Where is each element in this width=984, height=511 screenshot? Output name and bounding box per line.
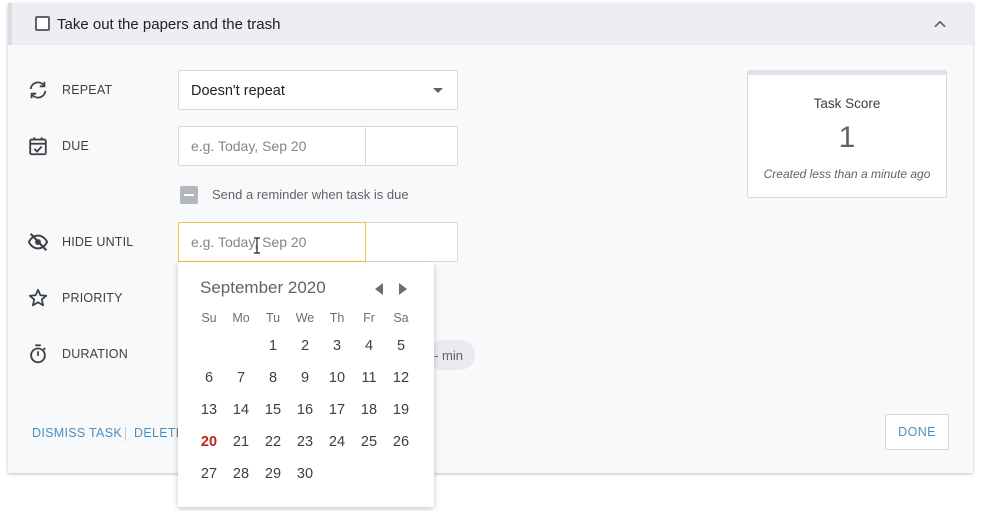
- calendar-week: 6 7 8 9 10 11 12: [193, 362, 417, 394]
- calendar-day[interactable]: 5: [385, 330, 417, 362]
- text-cursor-icon: [254, 237, 260, 254]
- calendar-day[interactable]: 27: [193, 458, 225, 490]
- task-score-title: Task Score: [813, 96, 881, 111]
- task-title: Take out the papers and the trash: [57, 16, 281, 33]
- reminder-label: Send a reminder when task is due: [212, 187, 409, 202]
- calendar-month-label: September 2020: [200, 278, 326, 297]
- calendar-day[interactable]: 9: [289, 362, 321, 394]
- calendar-week: 1 2 3 4 5: [193, 330, 417, 362]
- weekday-fri: Fr: [363, 311, 375, 325]
- calendar-week: 20 21 22 23 24 25 26: [193, 426, 417, 458]
- reminder-checkbox[interactable]: [180, 186, 198, 204]
- calendar-day: [385, 458, 417, 490]
- calendar-weekday-header: Su Mo Tu We Th Fr Sa: [193, 306, 417, 330]
- calendar-check-icon: [29, 137, 47, 156]
- calendar-day[interactable]: 8: [257, 362, 289, 394]
- dropdown-caret-icon: [433, 88, 443, 93]
- done-button[interactable]: DONE: [885, 414, 949, 450]
- delete-task-button[interactable]: DELETE: [134, 426, 184, 440]
- hide-until-time-input[interactable]: [366, 222, 458, 262]
- calendar-day[interactable]: 23: [289, 426, 321, 458]
- calendar-day[interactable]: 12: [385, 362, 417, 394]
- weekday-thu: Th: [329, 311, 345, 325]
- calendar-day[interactable]: 29: [257, 458, 289, 490]
- hide-until-date-input[interactable]: [178, 222, 366, 262]
- calendar-day[interactable]: 25: [353, 426, 385, 458]
- calendar-day[interactable]: 11: [353, 362, 385, 394]
- task-card: Take out the papers and the trash REPEAT…: [8, 3, 973, 473]
- stopwatch-icon: [30, 344, 46, 364]
- task-complete-checkbox[interactable]: [35, 16, 50, 31]
- calendar-day[interactable]: 22: [257, 426, 289, 458]
- calendar-next-icon[interactable]: [395, 281, 409, 295]
- calendar-day[interactable]: 1: [257, 330, 289, 362]
- duration-label: DURATION: [62, 347, 128, 361]
- hide-until-label: HIDE UNTIL: [62, 235, 134, 249]
- weekday-sat: Sa: [393, 311, 409, 325]
- eye-off-icon: [27, 233, 49, 251]
- calendar-day[interactable]: 3: [321, 330, 353, 362]
- weekday-mon: Mo: [232, 311, 250, 325]
- calendar-day[interactable]: 17: [321, 394, 353, 426]
- task-created-note: Created less than a minute ago: [763, 167, 931, 181]
- task-score-value: 1: [838, 121, 856, 154]
- calendar-week: 13 14 15 16 17 18 19: [193, 394, 417, 426]
- duration-chip[interactable]: - min: [428, 340, 475, 370]
- calendar-day: [321, 458, 353, 490]
- task-score-card: Task Score 1 Created less than a minute …: [747, 70, 947, 198]
- calendar-day[interactable]: 21: [225, 426, 257, 458]
- weekday-wed: We: [295, 311, 315, 325]
- calendar-grid: Su Mo Tu We Th Fr Sa 1 2 3 4 5 6 7 8 9 1…: [193, 306, 417, 490]
- star-outline-icon: [28, 288, 48, 307]
- repeat-select[interactable]: Doesn't repeat: [178, 70, 458, 110]
- due-label: DUE: [62, 139, 89, 153]
- calendar-day[interactable]: 16: [289, 394, 321, 426]
- calendar-day[interactable]: 4: [353, 330, 385, 362]
- repeat-label: REPEAT: [62, 83, 113, 97]
- chevron-up-icon[interactable]: [931, 15, 949, 33]
- due-time-input[interactable]: [366, 126, 458, 166]
- calendar-day[interactable]: 6: [193, 362, 225, 394]
- calendar-day[interactable]: 14: [225, 394, 257, 426]
- calendar-week: 27 28 29 30: [193, 458, 417, 490]
- due-date-input[interactable]: [178, 126, 366, 166]
- calendar-day: [225, 330, 257, 362]
- calendar-day[interactable]: 2: [289, 330, 321, 362]
- weekday-tue: Tu: [265, 311, 281, 325]
- calendar-day: [193, 330, 225, 362]
- date-picker-popup: September 2020 Su Mo Tu We Th Fr Sa 1 2 …: [178, 262, 434, 507]
- repeat-select-value: Doesn't repeat: [191, 83, 285, 99]
- calendar-day[interactable]: 7: [225, 362, 257, 394]
- dismiss-task-button[interactable]: DISMISS TASK: [32, 426, 122, 440]
- calendar-day[interactable]: 19: [385, 394, 417, 426]
- calendar-day: [353, 458, 385, 490]
- task-header[interactable]: Take out the papers and the trash: [8, 3, 973, 45]
- footer-separator: [125, 427, 126, 441]
- calendar-day[interactable]: 15: [257, 394, 289, 426]
- calendar-day[interactable]: 26: [385, 426, 417, 458]
- calendar-day[interactable]: 10: [321, 362, 353, 394]
- calendar-day[interactable]: 28: [225, 458, 257, 490]
- duration-chip-text: - min: [434, 348, 463, 363]
- calendar-day[interactable]: 13: [193, 394, 225, 426]
- header-accent-bar: [8, 3, 12, 45]
- repeat-icon: [29, 81, 47, 99]
- priority-label: PRIORITY: [62, 291, 123, 305]
- calendar-day[interactable]: 24: [321, 426, 353, 458]
- weekday-sun: Su: [201, 311, 217, 325]
- calendar-day-today[interactable]: 20: [193, 426, 225, 458]
- calendar-prev-icon[interactable]: [373, 281, 387, 295]
- calendar-day[interactable]: 30: [289, 458, 321, 490]
- calendar-day[interactable]: 18: [353, 394, 385, 426]
